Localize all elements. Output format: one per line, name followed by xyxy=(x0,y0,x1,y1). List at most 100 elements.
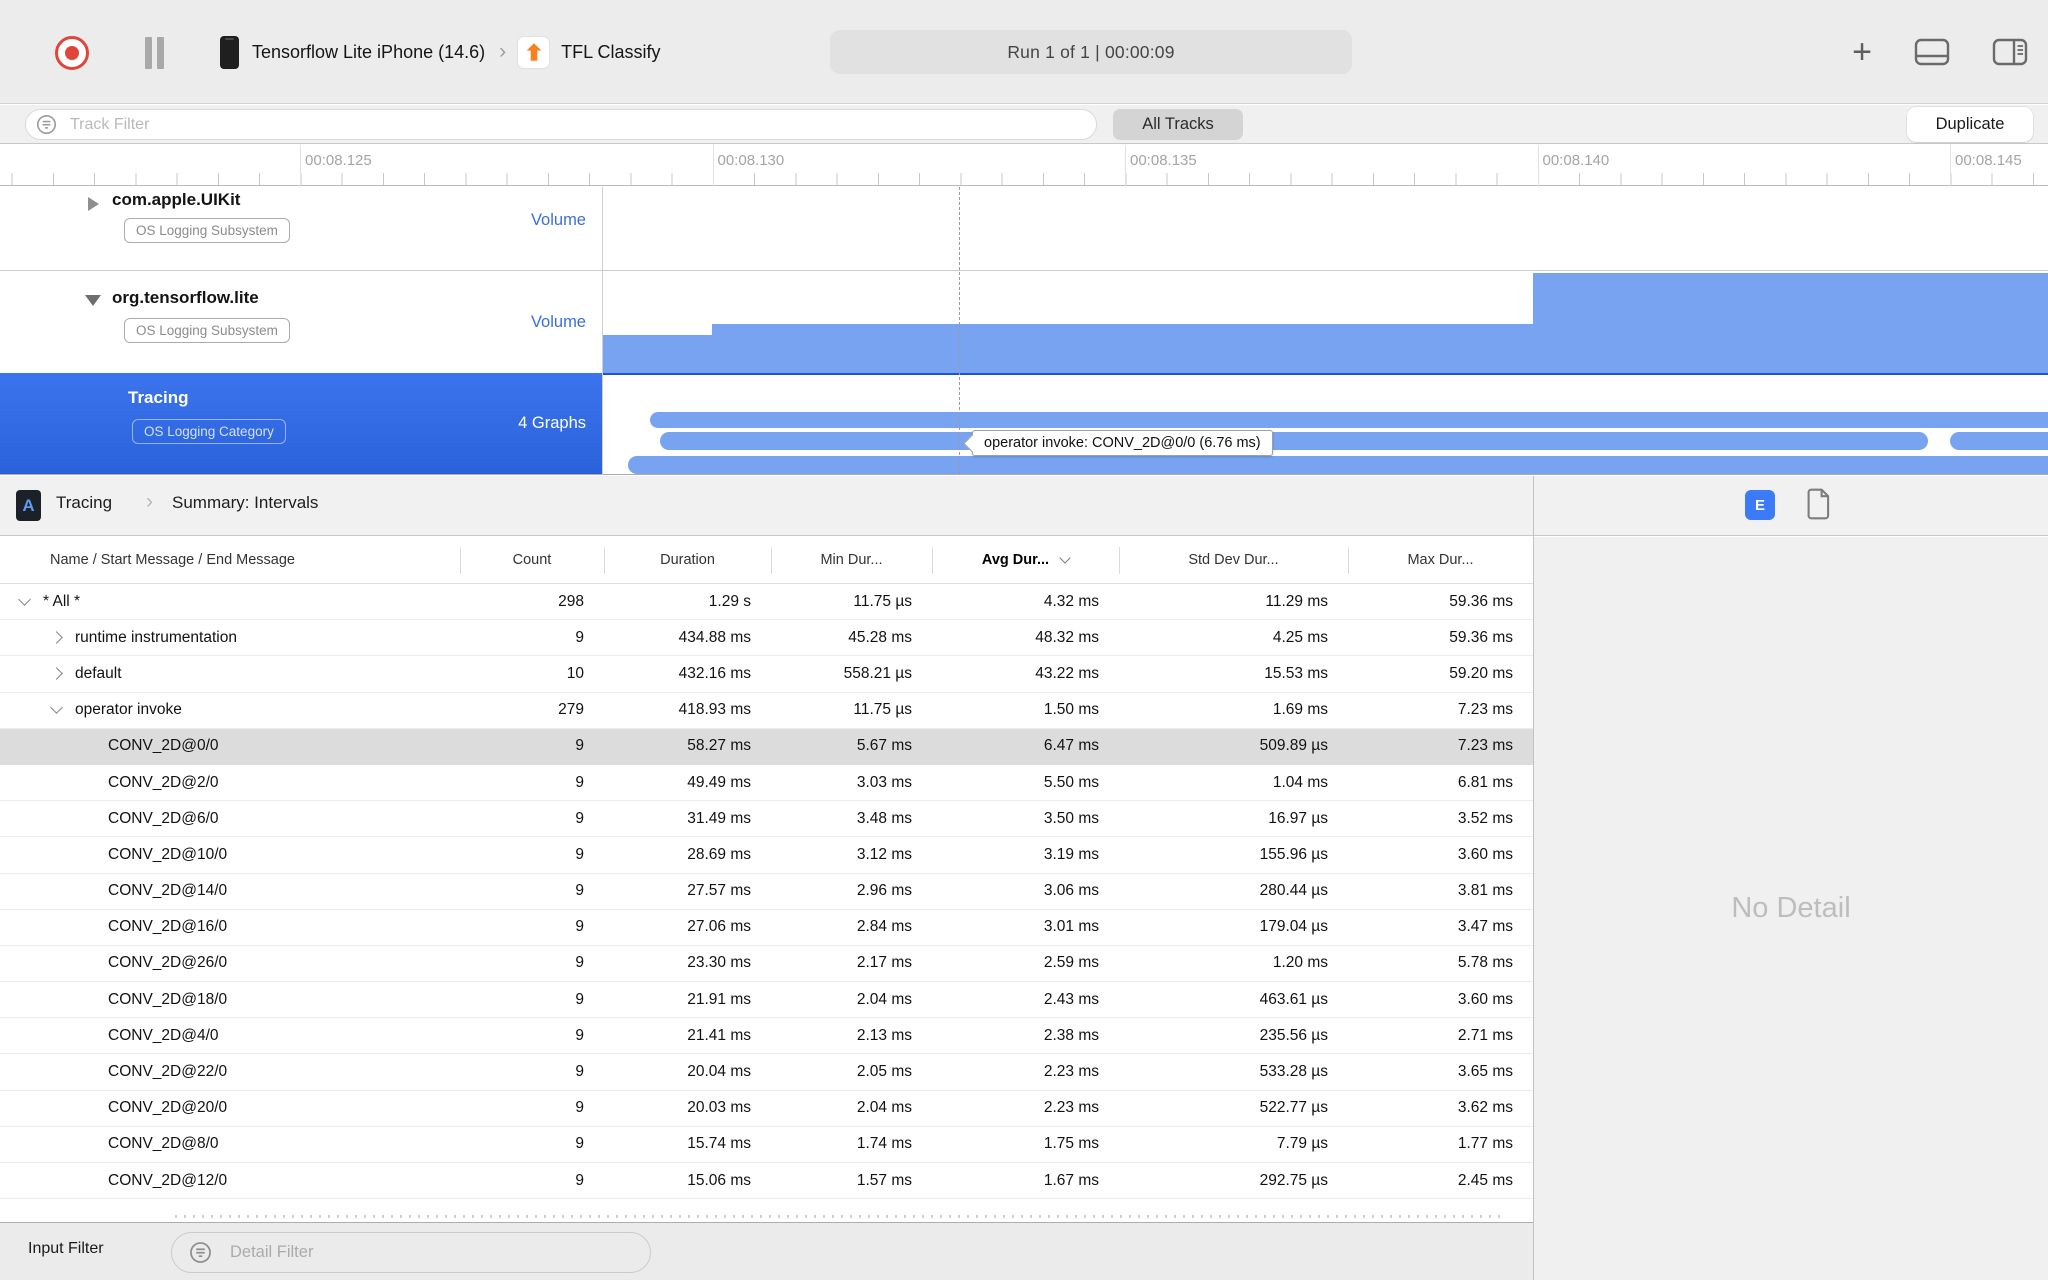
table-row[interactable]: CONV_2D@18/0 9 21.91 ms 2.04 ms 2.43 ms 463.6… xyxy=(0,982,1533,1019)
disclosure-expanded-icon[interactable] xyxy=(85,295,101,306)
detail-breadcrumb-bar: A Tracing › Summary: Intervals xyxy=(0,476,2048,536)
cell-std: 1.20 ms xyxy=(1272,954,1328,972)
track-filter-input[interactable] xyxy=(25,109,1097,140)
table-row[interactable]: * All * 298 1.29 s 11.75 µs 4.32 ms 11.29 ms 5… xyxy=(0,584,1533,621)
column-header-avg-duration[interactable]: Avg Dur... xyxy=(932,537,1119,584)
breadcrumb-tracing[interactable]: Tracing xyxy=(56,493,112,513)
interval-bar[interactable] xyxy=(660,432,1928,450)
duplicate-button[interactable]: Duplicate xyxy=(1907,107,2033,142)
table-row[interactable]: operator invoke 279 418.93 ms 11.75 µs 1.50 … xyxy=(0,692,1533,729)
table-row[interactable]: CONV_2D@8/0 9 15.74 ms 1.74 ms 1.75 ms 7.79 µ… xyxy=(0,1126,1533,1163)
table-row[interactable]: CONV_2D@12/0 9 15.06 ms 1.57 ms 1.67 ms 292.7… xyxy=(0,1163,1533,1200)
track-graph-tracing[interactable] xyxy=(602,373,2048,474)
avg-duration-label: Avg Dur... xyxy=(981,552,1050,568)
cell-avg: 43.22 ms xyxy=(1035,664,1099,682)
detail-inspector-panel: No Detail xyxy=(1534,537,2048,1280)
table-row[interactable]: CONV_2D@4/0 9 21.41 ms 2.13 ms 2.38 ms 235.56… xyxy=(0,1018,1533,1055)
cell-max: 6.81 ms xyxy=(1457,773,1513,791)
chevron-right-icon[interactable] xyxy=(50,631,63,645)
cell-avg: 2.38 ms xyxy=(1043,1026,1099,1044)
panel-divider[interactable] xyxy=(1533,476,1534,1280)
column-header-name[interactable]: Name / Start Message / End Message xyxy=(0,537,460,584)
column-header-duration[interactable]: Duration xyxy=(604,537,771,584)
cell-count: 9 xyxy=(575,845,584,863)
interval-bar[interactable] xyxy=(628,456,2048,474)
cell-std: 292.75 µs xyxy=(1259,1171,1328,1189)
row-name: default xyxy=(75,664,122,682)
track-meta: Volume xyxy=(530,313,586,331)
table-row[interactable]: default 10 432.16 ms 558.21 µs 43.22 ms 15.53… xyxy=(0,656,1533,693)
timeline-ruler[interactable]: 00:08.125 00:08.130 00:08.135 00:08.140 00:0… xyxy=(0,145,2048,186)
iphone-icon xyxy=(220,35,239,69)
table-row-selected[interactable]: CONV_2D@0/0 9 58.27 ms 5.67 ms 6.47 ms 509.89… xyxy=(0,728,1533,765)
chevron-down-icon[interactable] xyxy=(50,701,63,715)
track-header-divider xyxy=(602,187,603,475)
interval-bar[interactable] xyxy=(1950,432,2048,450)
breadcrumb-summary-intervals[interactable]: Summary: Intervals xyxy=(172,493,318,513)
table-row[interactable]: CONV_2D@22/0 9 20.04 ms 2.05 ms 2.23 ms 533.2… xyxy=(0,1054,1533,1091)
no-detail-message: No Detail xyxy=(1731,892,1851,924)
table-row[interactable]: CONV_2D@6/0 9 31.49 ms 3.48 ms 3.50 ms 16.97 … xyxy=(0,801,1533,838)
track-row-tensorflow[interactable]: org.tensorflow.lite OS Logging Subsystem… xyxy=(0,271,2048,373)
add-instrument-button[interactable]: + xyxy=(1852,32,1872,72)
extended-detail-button[interactable]: E xyxy=(1745,490,1775,520)
row-name: CONV_2D@4/0 xyxy=(108,1026,219,1044)
track-badge: OS Logging Subsystem xyxy=(124,218,290,243)
disclosure-collapsed-icon[interactable] xyxy=(88,197,99,211)
cell-count: 9 xyxy=(575,954,584,972)
row-name: CONV_2D@26/0 xyxy=(108,954,228,972)
ruler-gridline xyxy=(300,145,301,186)
document-inspector-button[interactable] xyxy=(1806,488,1832,520)
filter-icon xyxy=(190,1242,211,1263)
chevron-right-icon[interactable] xyxy=(50,667,63,681)
target-app-name: TFL Classify xyxy=(561,41,661,62)
table-row[interactable]: runtime instrumentation 9 434.88 ms 45.28 m… xyxy=(0,620,1533,657)
column-header-std-dev-duration[interactable]: Std Dev Dur... xyxy=(1119,537,1348,584)
toolbar: Tensorflow Lite iPhone (14.6) › TFL Clas… xyxy=(0,0,2048,104)
table-row[interactable]: CONV_2D@26/0 9 23.30 ms 2.17 ms 2.59 ms 1.20 … xyxy=(0,945,1533,983)
all-tracks-button[interactable]: All Tracks xyxy=(1113,109,1243,140)
toggle-right-pane-button[interactable] xyxy=(1992,38,2028,66)
track-graph-uikit[interactable] xyxy=(602,187,2048,270)
cell-duration: 27.57 ms xyxy=(687,882,751,900)
detail-filter-input[interactable] xyxy=(171,1232,651,1273)
cell-min: 2.13 ms xyxy=(856,1026,912,1044)
table-row[interactable]: CONV_2D@10/0 9 28.69 ms 3.12 ms 3.19 ms 155.9… xyxy=(0,837,1533,874)
cell-max: 7.23 ms xyxy=(1457,701,1513,719)
column-header-count[interactable]: Count xyxy=(460,537,604,584)
pause-button[interactable] xyxy=(143,37,167,69)
track-list: com.apple.UIKit OS Logging Subsystem Vol… xyxy=(0,187,2048,475)
record-button[interactable] xyxy=(55,36,89,70)
track-row-tracing-selected[interactable]: Tracing OS Logging Category 4 Graphs xyxy=(0,373,2048,474)
table-row[interactable]: CONV_2D@14/0 9 27.57 ms 2.96 ms 3.06 ms 280.4… xyxy=(0,873,1533,910)
track-graph-volume[interactable] xyxy=(602,271,2048,373)
row-name: CONV_2D@14/0 xyxy=(108,882,228,900)
cell-count: 9 xyxy=(575,918,584,936)
table-row[interactable]: CONV_2D@2/0 9 49.49 ms 3.03 ms 5.50 ms 1.04 m… xyxy=(0,764,1533,802)
chevron-down-icon[interactable] xyxy=(18,592,31,606)
cell-duration: 21.91 ms xyxy=(687,990,751,1008)
cell-min: 45.28 ms xyxy=(848,628,912,646)
cell-min: 2.84 ms xyxy=(856,918,912,936)
chevron-right-icon: › xyxy=(146,490,153,513)
table-row[interactable]: CONV_2D@20/0 9 20.03 ms 2.04 ms 2.23 ms 522.7… xyxy=(0,1090,1533,1127)
pause-icon xyxy=(145,37,152,69)
track-title: org.tensorflow.lite xyxy=(112,288,259,307)
column-header-max-duration[interactable]: Max Dur... xyxy=(1348,537,1533,584)
cell-std: 509.89 µs xyxy=(1259,737,1328,755)
toggle-bottom-pane-button[interactable] xyxy=(1914,38,1950,66)
cell-count: 9 xyxy=(575,1063,584,1081)
row-name: CONV_2D@22/0 xyxy=(108,1063,228,1081)
table-row[interactable]: CONV_2D@16/0 9 27.06 ms 2.84 ms 3.01 ms 179.0… xyxy=(0,909,1533,946)
cell-count: 9 xyxy=(575,737,584,755)
ruler-time-label: 00:08.140 xyxy=(1542,152,1610,169)
target-selector[interactable]: Tensorflow Lite iPhone (14.6) › TFL Clas… xyxy=(220,30,660,74)
interval-bar[interactable] xyxy=(650,412,2048,428)
cell-max: 59.36 ms xyxy=(1449,592,1513,610)
cell-avg: 5.50 ms xyxy=(1043,773,1099,791)
track-row-uikit[interactable]: com.apple.UIKit OS Logging Subsystem Vol… xyxy=(0,187,2048,271)
cell-std: 4.25 ms xyxy=(1272,628,1328,646)
cell-min: 5.67 ms xyxy=(856,737,912,755)
table-body: * All * 298 1.29 s 11.75 µs 4.32 ms 11.29 ms 5… xyxy=(0,584,1533,1200)
column-header-min-duration[interactable]: Min Dur... xyxy=(771,537,932,584)
